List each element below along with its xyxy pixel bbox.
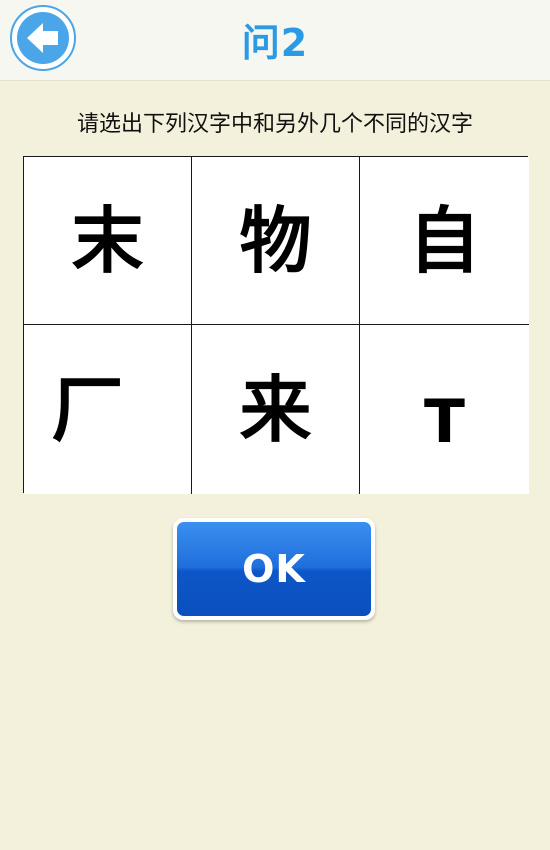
ok-button-label: OK [242, 547, 306, 591]
instruction-text: 请选出下列汉字中和另外几个不同的汉字 [76, 112, 473, 137]
choice-cell-5[interactable]: 来 [192, 325, 360, 494]
choice-glyph: 物 [239, 198, 312, 283]
choice-cell-6[interactable]: T [360, 325, 529, 494]
choice-glyph: 末 [71, 198, 144, 283]
page-title: 问2 [241, 21, 309, 65]
choice-grid: 末 物 自 厂 来 T [23, 156, 529, 494]
ok-button-face: OK [177, 522, 371, 616]
choice-cell-1[interactable]: 末 [24, 157, 192, 325]
ok-button[interactable]: OK [173, 518, 375, 620]
choice-glyph: 厂 [51, 367, 124, 452]
choice-cell-2[interactable]: 物 [192, 157, 360, 325]
choice-cell-4[interactable]: 厂 [24, 325, 192, 494]
choice-glyph: T [424, 386, 465, 457]
top-bar: 问2 [0, 0, 550, 81]
choice-glyph: 来 [239, 367, 312, 452]
choice-glyph: 自 [408, 198, 481, 283]
choice-cell-3[interactable]: 自 [360, 157, 529, 325]
